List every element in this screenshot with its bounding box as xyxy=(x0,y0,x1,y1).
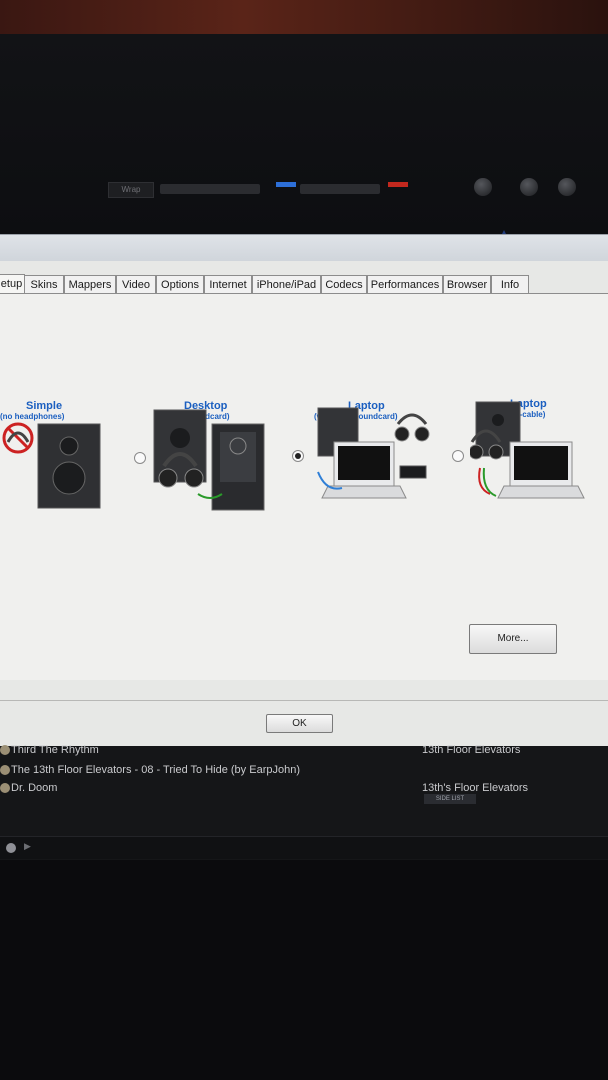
tab-codecs[interactable]: Codecs xyxy=(321,275,367,294)
tab-bar: etup Skins Mappers Video Options Interne… xyxy=(0,274,608,295)
radio-laptop-y-cable[interactable] xyxy=(452,450,464,462)
option-simple-title: Simple xyxy=(26,400,63,412)
music-note-icon xyxy=(0,783,10,793)
master-knob[interactable] xyxy=(558,178,576,196)
chevron-right-icon[interactable]: ▶ xyxy=(24,841,31,852)
option-desktop[interactable]: Desktop (4.1 soundcard) xyxy=(150,394,270,514)
tab-skins[interactable]: Skins xyxy=(24,275,64,294)
deck-left-slot xyxy=(160,184,260,194)
track-title: Dr. Doom xyxy=(11,782,58,794)
toolbar-label[interactable]: Wrap xyxy=(108,182,154,198)
tab-iphone-ipad[interactable]: iPhone/iPad xyxy=(252,275,321,294)
track-artist: 13th Floor Elevators xyxy=(422,744,521,756)
laptop-usb-soundcard-icon xyxy=(317,407,430,499)
music-note-icon xyxy=(0,745,10,755)
deck-left-marker xyxy=(276,182,296,187)
track-title: Third The Rhythm xyxy=(11,744,99,756)
tab-video[interactable]: Video xyxy=(116,275,156,294)
app-toolbar: Wrap xyxy=(0,174,608,204)
gain-knob[interactable] xyxy=(520,178,538,196)
list-item[interactable]: The 13th Floor Elevators - 08 - Tried To… xyxy=(0,762,608,780)
tab-browser[interactable]: Browser xyxy=(443,275,491,294)
music-note-icon xyxy=(0,765,10,775)
bottom-bar: ▶ xyxy=(0,836,608,859)
radio-desktop[interactable] xyxy=(134,452,146,464)
tab-options[interactable]: Options xyxy=(156,275,204,294)
dialog-header xyxy=(0,235,608,261)
disc-icon[interactable] xyxy=(6,843,16,853)
setup-dialog: etup Skins Mappers Video Options Interne… xyxy=(0,234,608,747)
speaker-no-headphones-icon xyxy=(2,422,101,509)
setup-panel: Simple (no headphones) Desktop (4.1 soun… xyxy=(0,293,608,680)
tab-performances[interactable]: Performances xyxy=(367,275,443,294)
deck-right-marker xyxy=(388,182,408,187)
volume-knob[interactable] xyxy=(474,178,492,196)
list-item[interactable]: Third The Rhythm 13th Floor Elevators xyxy=(0,742,608,760)
track-title: The 13th Floor Elevators - 08 - Tried To… xyxy=(11,764,300,776)
option-laptop-usb[interactable]: Laptop (with USB soundcard) xyxy=(312,394,432,514)
track-artist: 13th's Floor Elevators xyxy=(422,782,529,794)
tab-internet[interactable]: Internet xyxy=(204,275,252,294)
tab-info[interactable]: Info xyxy=(491,275,529,294)
laptop-y-cable-icon xyxy=(470,401,585,499)
tab-mappers[interactable]: Mappers xyxy=(64,275,116,294)
app-top-area: Wrap xyxy=(0,34,608,262)
more-button[interactable]: More... xyxy=(469,624,557,654)
background-glow xyxy=(0,0,608,34)
option-simple[interactable]: Simple (no headphones) xyxy=(0,394,120,514)
radio-laptop-usb[interactable] xyxy=(292,450,304,462)
ok-button[interactable]: OK xyxy=(266,714,333,733)
deck-mid-slot xyxy=(300,184,380,194)
tab-setup[interactable]: etup xyxy=(0,274,25,295)
dialog-separator xyxy=(0,700,608,701)
list-item[interactable]: Dr. Doom 13th's Floor Elevators xyxy=(0,780,608,798)
option-laptop-y-cable[interactable]: Laptop (with Y-cable) xyxy=(470,394,590,514)
side-list-button[interactable]: SIDE LIST xyxy=(424,794,476,804)
desktop-pc-icon xyxy=(153,409,265,511)
